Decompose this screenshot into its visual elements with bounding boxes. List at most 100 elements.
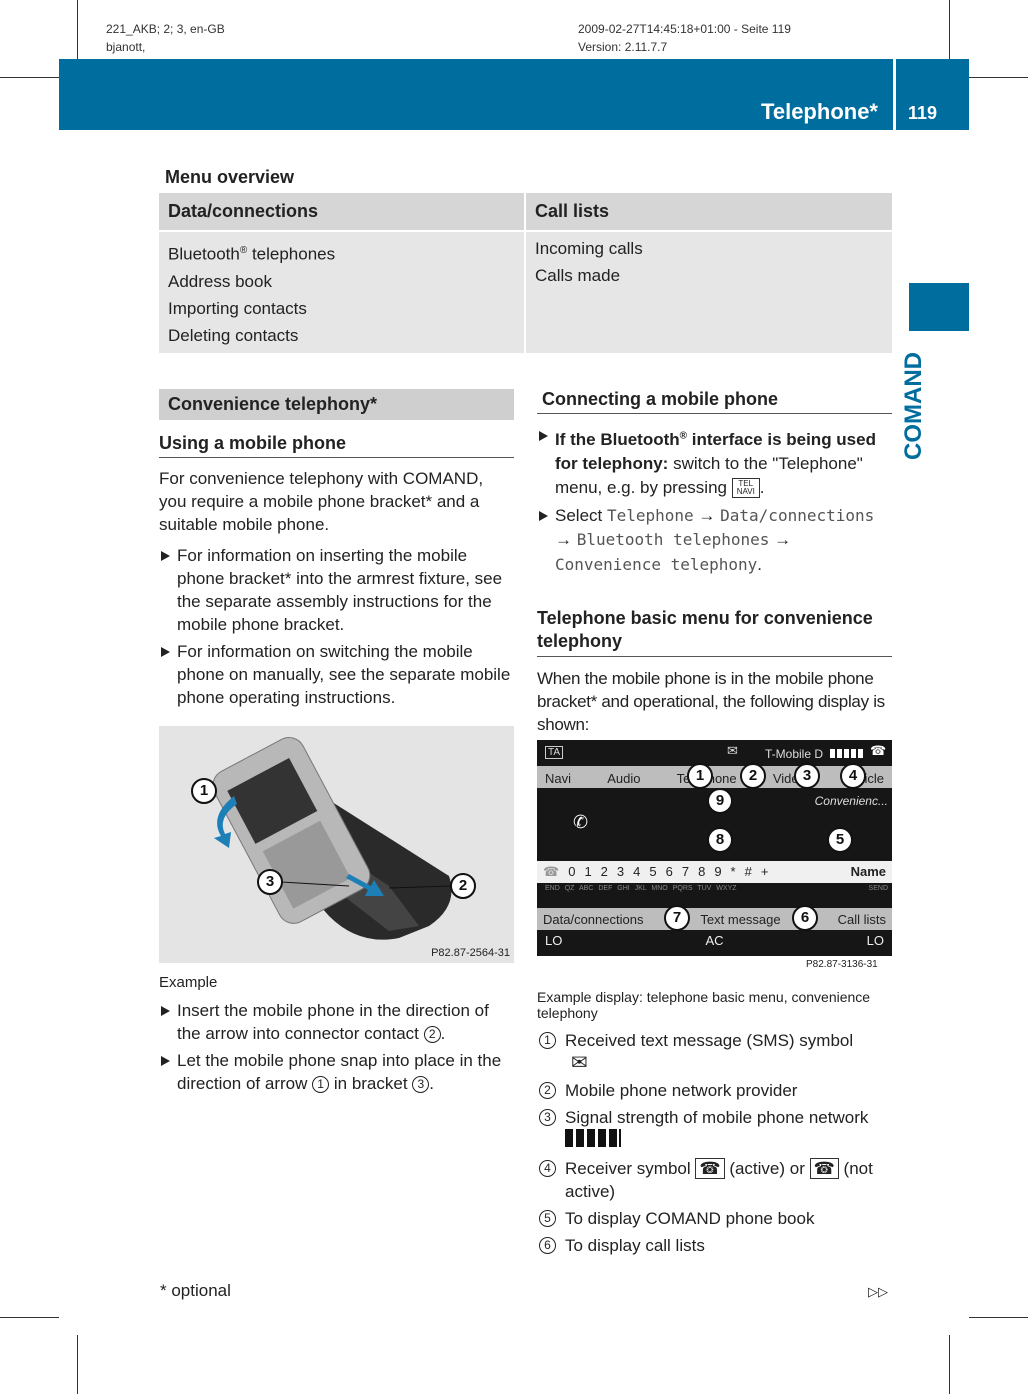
intro-text: For convenience telephony with COMAND, y… xyxy=(159,469,484,534)
side-tab xyxy=(909,283,969,331)
legend-list: 1 Received text message (SMS) symbol ✉ 2 Mo… xyxy=(537,1029,892,1257)
menu-overview-table: Data/connections Call lists Bluetooth® te… xyxy=(159,193,892,353)
footnote: * optional xyxy=(160,1281,231,1300)
menu-item: Bluetooth® telephones xyxy=(168,244,336,264)
data-connections-button[interactable]: Data/connections xyxy=(543,912,643,927)
receiver-active-icon: ☎ xyxy=(695,1158,725,1179)
digit[interactable]: 1 xyxy=(584,864,591,880)
call-lists-button[interactable]: Call lists xyxy=(838,912,886,927)
legend-item: 6 To display call lists xyxy=(537,1234,892,1257)
name-button[interactable]: Name xyxy=(851,864,886,880)
legend-number: 3 xyxy=(539,1109,556,1126)
digit[interactable]: 0 xyxy=(568,864,575,880)
digit[interactable]: 7 xyxy=(682,864,689,880)
ref-number: 1 xyxy=(312,1076,330,1093)
step-end: . xyxy=(429,1074,435,1093)
sms-envelope-icon: ✉ xyxy=(727,743,738,758)
legend-number: 1 xyxy=(539,1032,556,1049)
callout-3: 3 xyxy=(257,869,283,895)
crop-mark xyxy=(969,1317,1028,1318)
legend-text: (active) or xyxy=(729,1159,805,1178)
comand-display: TA ✉ T-Mobile D ☎ NaviAudioTelephoneVide… xyxy=(537,740,892,956)
ref-number: 2 xyxy=(423,1026,441,1043)
menu-path: Telephone xyxy=(606,505,694,525)
section-heading: Convenience telephony* xyxy=(159,389,514,420)
text-message-button[interactable]: Text message xyxy=(700,912,780,927)
digit[interactable]: 9 xyxy=(714,864,721,880)
envelope-icon: ✉ xyxy=(571,1052,588,1074)
callout-7: 7 xyxy=(664,905,690,931)
menu-path: Data/connections xyxy=(720,505,875,525)
phone-icon: ✆ xyxy=(573,812,589,832)
intro-text: When the mobile phone is in the mobile p… xyxy=(537,669,885,735)
menu-item: Incoming calls xyxy=(535,239,643,258)
figure-caption: Example display: telephone basic menu, c… xyxy=(537,989,871,1021)
phone-bracket-figure: 1 2 3 P82.87-2564-31 xyxy=(159,726,514,963)
subheading: Connecting a mobile phone xyxy=(537,389,892,414)
callout-2: 2 xyxy=(450,873,476,899)
digit[interactable]: 4 xyxy=(633,864,640,880)
receiver-icon: ☎ xyxy=(870,743,887,758)
menu-navi[interactable]: Navi xyxy=(545,771,571,786)
crop-mark xyxy=(0,77,59,78)
end-call-icon[interactable]: ☎ xyxy=(543,864,559,880)
temp-left: LO xyxy=(545,933,563,948)
bullet-item: For information on inserting the mobile … xyxy=(159,544,514,636)
legend-item: 2 Mobile phone network provider xyxy=(537,1079,892,1102)
climate-bar: LO AC LO xyxy=(537,933,892,948)
menu-audio[interactable]: Audio xyxy=(607,771,640,786)
chapter-title: Telephone* xyxy=(761,99,878,124)
menu-path: Bluetooth telephones xyxy=(576,530,770,550)
step-text: in bracket xyxy=(333,1074,408,1093)
digit[interactable]: 2 xyxy=(601,864,608,880)
callout-3: 3 xyxy=(794,763,820,789)
step-end: . xyxy=(440,1024,446,1043)
temp-right: LO xyxy=(866,933,884,948)
ta-icon: TA xyxy=(545,746,564,759)
digit[interactable]: 3 xyxy=(617,864,624,880)
callout-8: 8 xyxy=(707,827,733,853)
menu-item: Deleting contacts xyxy=(168,325,299,345)
provider: T-Mobile D xyxy=(765,747,824,761)
step-item: Insert the mobile phone in the direction… xyxy=(159,999,514,1045)
digit[interactable]: + xyxy=(761,864,769,880)
digit[interactable]: 5 xyxy=(649,864,656,880)
digit[interactable]: 8 xyxy=(698,864,705,880)
print-meta-left: 221_AKB; 2; 3, en-GB bjanott, xyxy=(106,20,225,56)
legend-text: To display COMAND phone book xyxy=(565,1209,815,1228)
tel-navi-key: TEL NAVI xyxy=(731,478,760,499)
meta-line: 221_AKB; 2; 3, en-GB xyxy=(106,22,225,36)
signal-bars-icon xyxy=(565,1129,621,1147)
speller-letters: END QZ ABC DEF GHI JKL MNO PQRS TUV WXYZ xyxy=(545,885,737,892)
legend-number: 4 xyxy=(539,1160,556,1177)
legend-item: 3 Signal strength of mobile phone network xyxy=(537,1106,892,1153)
crop-mark xyxy=(969,77,1028,78)
main-menu-bar: NaviAudioTelephoneVideoVehicle xyxy=(537,766,892,788)
legend-number: 5 xyxy=(539,1210,556,1227)
key-label: NAVI xyxy=(736,487,755,497)
callout-1: 1 xyxy=(687,763,713,789)
meta-line: bjanott, xyxy=(106,40,146,54)
phone-status: Convenienc... xyxy=(814,794,888,808)
digit[interactable]: # xyxy=(745,864,752,880)
bullet-item: For information on switching the mobile … xyxy=(159,640,514,709)
legend-text: Mobile phone network provider xyxy=(565,1081,798,1100)
figure-code: P82.87-3136-31 xyxy=(806,959,878,970)
crop-mark xyxy=(949,1335,950,1394)
receiver-inactive-icon: ☎ xyxy=(809,1158,839,1179)
crop-mark xyxy=(949,0,950,59)
menu-item: Address book xyxy=(168,271,272,291)
crop-mark xyxy=(77,0,78,59)
ac-label: AC xyxy=(705,933,724,948)
callout-2: 2 xyxy=(740,763,766,789)
column-heading: Call lists xyxy=(524,193,892,232)
step-text: Select xyxy=(555,505,603,525)
phone-illustration xyxy=(212,737,452,940)
legend-text: Receiver symbol xyxy=(565,1159,691,1178)
digit[interactable]: 6 xyxy=(666,864,673,880)
figure-code: P82.87-2564-31 xyxy=(431,947,510,959)
digit[interactable]: * xyxy=(731,864,736,880)
legend-text: Received text message (SMS) symbol xyxy=(565,1031,854,1050)
subheading: Telephone basic menu for convenience tel… xyxy=(537,607,892,658)
menu-item: Calls made xyxy=(535,266,621,285)
